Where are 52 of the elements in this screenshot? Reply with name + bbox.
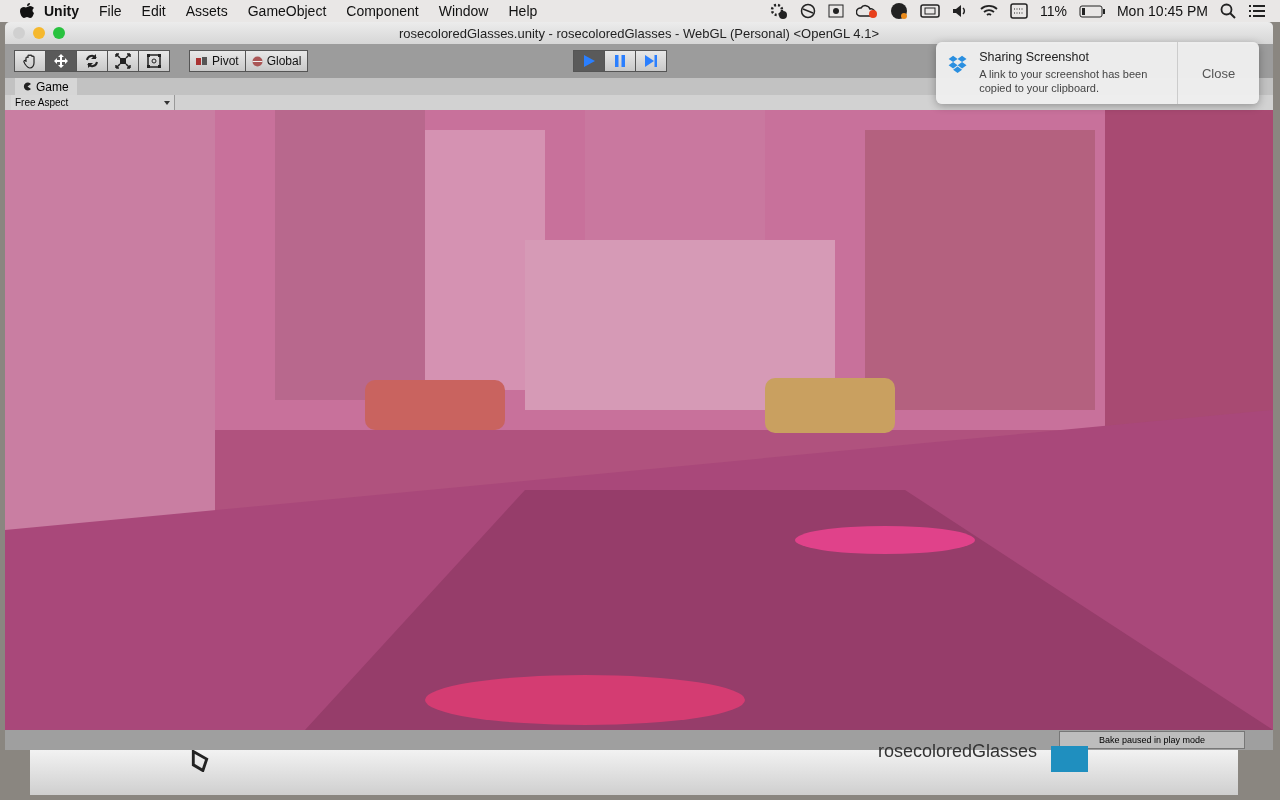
tool-button[interactable]: [45, 50, 77, 72]
circle-slash-icon[interactable]: [799, 3, 816, 19]
window-title: rosecoloredGlasses.unity - rosecoloredGlasses - WebGL (Personal) <OpenGL 4.1>: [398, 25, 880, 41]
menu-item[interactable]: Edit: [131, 3, 176, 19]
hand-icon: [22, 53, 38, 69]
menu-item[interactable]: Help: [498, 3, 548, 19]
search-icon[interactable]: [1220, 3, 1236, 19]
page-title: rosecoloredGlasses: [877, 742, 1037, 760]
battery-percent: 11%: [1039, 3, 1067, 19]
rotate-icon: [84, 53, 100, 69]
gear-badge-icon[interactable]: [769, 3, 788, 19]
pivot-button[interactable]: Pivot: [189, 50, 246, 72]
global-button[interactable]: Global: [244, 50, 309, 72]
tool-button[interactable]: [138, 50, 170, 72]
aspect-dropdown[interactable]: Free Aspect: [11, 95, 175, 110]
menu-item[interactable]: Assets: [175, 3, 238, 19]
notification-close-button[interactable]: Close: [1177, 42, 1259, 104]
play-button[interactable]: [573, 50, 606, 72]
wifi-icon[interactable]: [979, 4, 998, 18]
menu-item[interactable]: Window: [428, 3, 499, 19]
game-tab[interactable]: Game: [15, 78, 77, 95]
speaker-icon[interactable]: [951, 4, 968, 18]
notification-message: A link to your screenshot has been copied to your clipboard.: [979, 67, 1149, 96]
play-icon: [582, 54, 597, 68]
tool-button[interactable]: [14, 50, 46, 72]
scale-icon: [115, 53, 131, 69]
list-icon[interactable]: [1248, 4, 1266, 18]
display-icon[interactable]: [919, 4, 940, 18]
pivot-icon: [196, 56, 208, 66]
step-button[interactable]: [635, 50, 668, 72]
cloud-icon[interactable]: [855, 3, 878, 19]
step-icon: [644, 54, 659, 68]
keyboard-icon[interactable]: [1009, 3, 1028, 19]
app-menu[interactable]: Unity: [34, 3, 89, 19]
tool-button[interactable]: [76, 50, 108, 72]
dropdown-caret-icon: [164, 100, 170, 105]
status-text: Bake paused in play mode: [1059, 731, 1245, 749]
tool-button[interactable]: [107, 50, 139, 72]
menu-item[interactable]: Component: [336, 3, 429, 19]
rect-tool-icon: [146, 53, 162, 69]
battery-icon[interactable]: [1078, 4, 1105, 18]
record-icon[interactable]: [827, 4, 844, 18]
round-app-icon[interactable]: [889, 2, 908, 20]
pause-icon: [614, 54, 627, 68]
menu-item[interactable]: GameObject: [237, 3, 337, 19]
pause-button[interactable]: [604, 50, 637, 72]
notification-title: Sharing Screenshot: [979, 50, 1090, 64]
apple-logo-icon[interactable]: [20, 3, 34, 19]
menu-item[interactable]: File: [89, 3, 132, 19]
move-arrows-icon: [53, 53, 69, 69]
pacman-icon: [23, 82, 32, 91]
clock[interactable]: Mon 10:45 PM: [1116, 3, 1208, 19]
